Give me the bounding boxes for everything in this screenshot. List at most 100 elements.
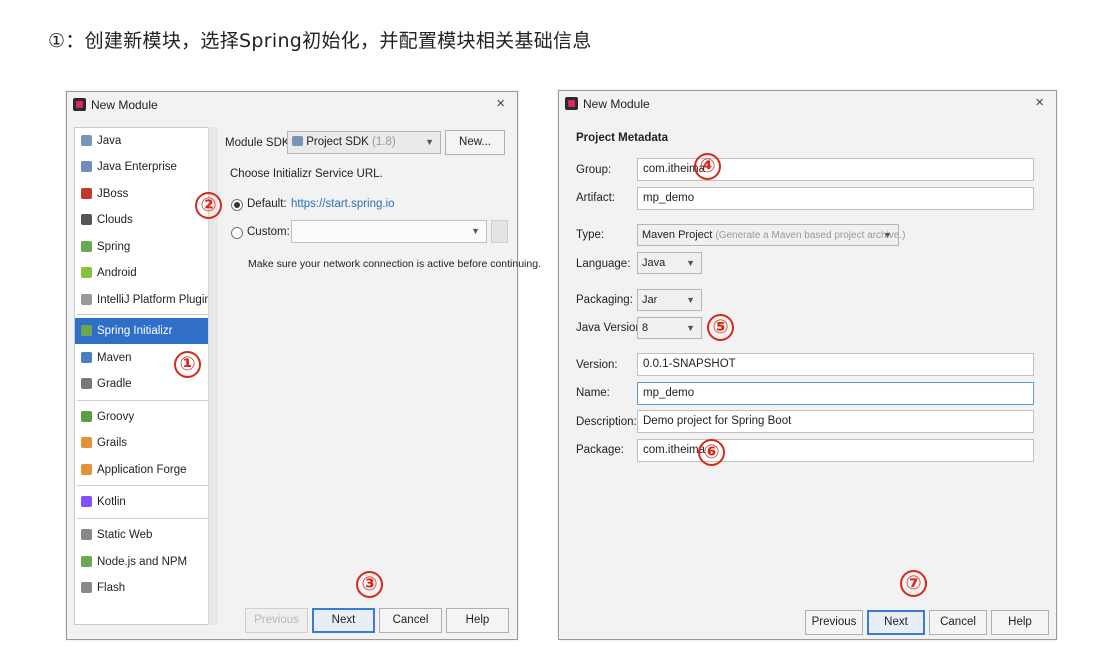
nodejs-icon (81, 556, 92, 567)
help-button[interactable]: Help (991, 610, 1049, 635)
next-button[interactable]: Next (867, 610, 925, 635)
version-label: Version: (576, 359, 618, 371)
language-value: Java (642, 257, 666, 269)
sidebar-item-label: Node.js and NPM (97, 556, 188, 568)
folder-icon (81, 135, 92, 146)
artifact-label: Artifact: (576, 192, 615, 204)
dialog-titlebar: New Module × (559, 91, 1056, 117)
sidebar-separator (77, 400, 211, 401)
kotlin-icon (81, 496, 92, 507)
sidebar-item[interactable]: Android (75, 260, 213, 286)
jboss-icon (81, 188, 92, 199)
intellij-app-icon (73, 98, 86, 111)
sidebar-item-label: JBoss (97, 188, 129, 200)
flash-icon (81, 582, 92, 593)
type-select[interactable]: Maven Project (Generate a Maven based pr… (637, 224, 905, 246)
grails-icon (81, 437, 92, 448)
maven-icon (81, 352, 92, 363)
package-label: Package: (576, 444, 624, 456)
previous-button[interactable]: Previous (245, 608, 308, 633)
help-button[interactable]: Help (446, 608, 509, 633)
spring-leaf-icon (81, 241, 92, 252)
network-note: Make sure your network connection is act… (248, 258, 541, 270)
sidebar-item-label: Clouds (97, 214, 133, 226)
sidebar-item-label: Static Web (97, 529, 153, 541)
sidebar-item-label: IntelliJ Platform Plugin (97, 294, 211, 306)
description-field[interactable]: Demo project for Spring Boot (637, 410, 1034, 433)
package-field[interactable]: com.itheima (637, 439, 1034, 462)
sidebar-item-label: Java Enterprise (97, 161, 177, 173)
cancel-button[interactable]: Cancel (379, 608, 442, 633)
sdk-value: Project SDK (306, 136, 369, 148)
module-sdk-select[interactable]: Project SDK (1.8) ▼ (287, 131, 441, 154)
spring-initializr-icon (81, 325, 92, 336)
annotation-4: ④ (694, 153, 721, 180)
choose-url-label: Choose Initializr Service URL. (230, 168, 383, 180)
name-label: Name: (576, 387, 610, 399)
type-label: Type: (576, 229, 605, 241)
sidebar-item[interactable]: Clouds (75, 207, 213, 233)
sidebar-item-label: Spring (97, 241, 131, 253)
intellij-app-icon (565, 97, 578, 110)
packaging-label: Packaging: (576, 294, 633, 306)
close-icon[interactable]: × (1035, 94, 1044, 111)
dialog-title: New Module (583, 97, 650, 111)
sidebar-separator (77, 485, 211, 486)
type-hint: (Generate a Maven based project archive.… (715, 230, 906, 241)
sidebar-item[interactable]: Static Web (75, 522, 213, 548)
sidebar-item[interactable]: JBoss (75, 181, 213, 207)
default-url-radio[interactable] (231, 199, 243, 211)
sidebar-separator (77, 518, 211, 519)
folder-icon (292, 136, 303, 146)
previous-button[interactable]: Previous (805, 610, 863, 635)
sidebar-item[interactable]: Node.js and NPM (75, 549, 213, 575)
sidebar-item[interactable]: Grails (75, 430, 213, 456)
sidebar-item[interactable]: Application Forge (75, 457, 213, 483)
enterprise-icon (81, 161, 92, 172)
section-title: Project Metadata (576, 132, 669, 144)
sidebar-item-label: Maven (97, 352, 132, 364)
next-button[interactable]: Next (312, 608, 375, 633)
sidebar-item[interactable]: Java (75, 128, 213, 154)
chevron-down-icon: ▼ (686, 295, 695, 305)
sidebar-item-label: Android (97, 267, 137, 279)
dialog-titlebar: New Module × (67, 92, 517, 118)
artifact-field[interactable]: mp_demo (637, 187, 1034, 210)
edit-url-button[interactable] (491, 220, 508, 243)
name-field[interactable]: mp_demo (637, 382, 1034, 405)
annotation-7: ⑦ (900, 570, 927, 597)
language-label: Language: (576, 258, 631, 270)
sidebar-item-label: Kotlin (97, 496, 126, 508)
sidebar-item-label: Java (97, 135, 122, 147)
cancel-button[interactable]: Cancel (929, 610, 987, 635)
new-module-dialog-metadata: New Module × Project Metadata Group: com… (558, 90, 1057, 640)
sidebar-item[interactable]: Spring (75, 234, 213, 260)
sidebar-item[interactable]: Groovy (75, 404, 213, 430)
language-select[interactable]: Java ▼ (637, 252, 702, 274)
packaging-select[interactable]: Jar ▼ (637, 289, 702, 311)
sidebar-item[interactable]: IntelliJ Platform Plugin (75, 287, 213, 313)
sidebar-item-label: Application Forge (97, 464, 187, 476)
custom-url-select[interactable]: ▼ (291, 220, 487, 243)
close-icon[interactable]: × (496, 95, 505, 112)
java-version-select[interactable]: 8 ▼ (637, 317, 702, 339)
java-version-value: 8 (642, 322, 649, 334)
default-url-link[interactable]: https://start.spring.io (291, 198, 395, 210)
sidebar-item-label: Gradle (97, 378, 132, 390)
chevron-down-icon: ▼ (686, 323, 695, 333)
sidebar-item[interactable]: Java Enterprise (75, 154, 213, 180)
sidebar-item[interactable]: Flash (75, 575, 213, 601)
clouds-icon (81, 214, 92, 225)
annotation-6: ⑥ (698, 439, 725, 466)
sidebar-item[interactable]: Spring Initializr (75, 318, 213, 344)
sidebar-item-label: Spring Initializr (97, 325, 173, 337)
type-value: Maven Project (642, 229, 713, 241)
android-icon (81, 267, 92, 278)
annotation-1: ① (174, 351, 201, 378)
sidebar-item[interactable]: Kotlin (75, 489, 213, 515)
version-field[interactable]: 0.0.1-SNAPSHOT (637, 353, 1034, 376)
custom-url-radio[interactable] (231, 227, 243, 239)
sidebar-item-label: Grails (97, 437, 128, 449)
chevron-down-icon: ▼ (883, 230, 892, 240)
new-sdk-button[interactable]: New... (445, 130, 505, 155)
